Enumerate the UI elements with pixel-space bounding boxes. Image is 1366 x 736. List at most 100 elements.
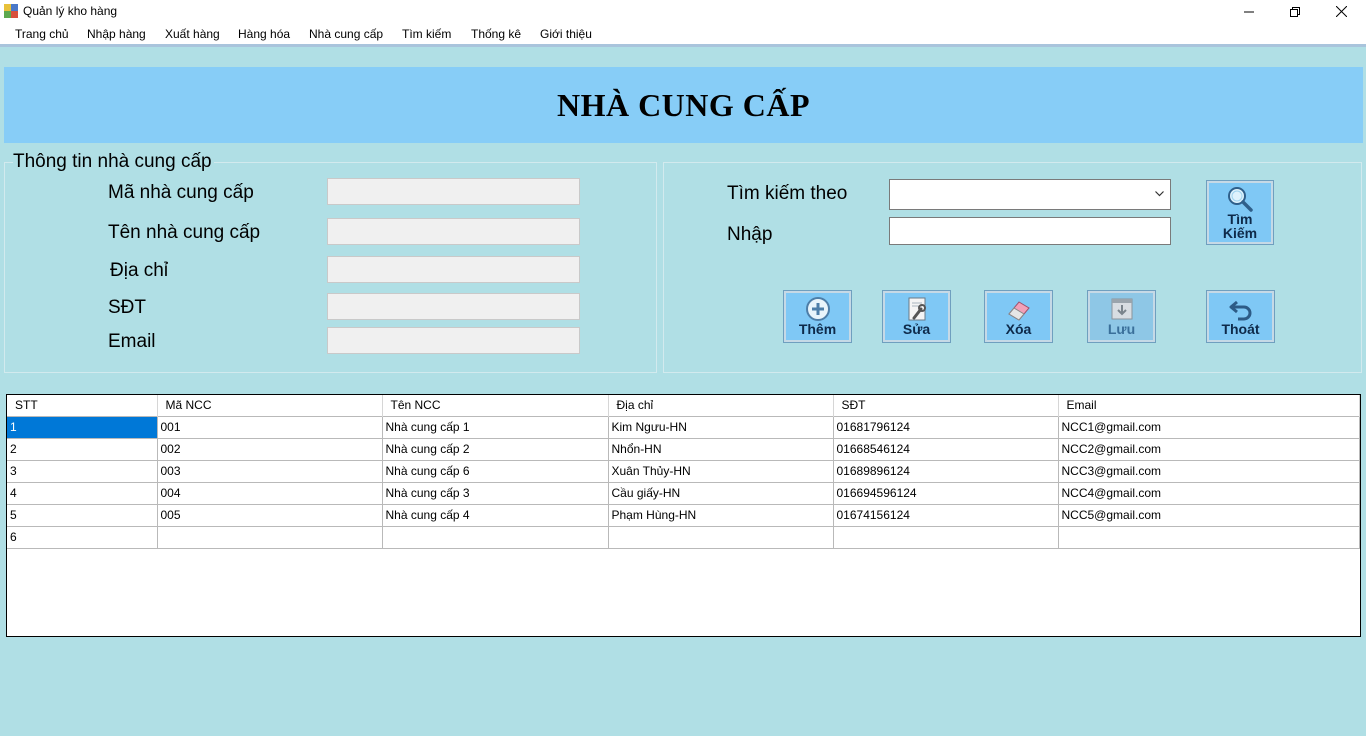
- search-button-label-1: Tìm: [1227, 211, 1253, 227]
- maximize-button[interactable]: [1272, 0, 1318, 23]
- plus-circle-icon: [805, 296, 831, 322]
- supplier-code-label: Mã nhà cung cấp: [108, 182, 254, 203]
- table-cell[interactable]: 4: [7, 482, 158, 505]
- table-cell[interactable]: Phạm Hùng-HN: [608, 504, 834, 527]
- table-cell[interactable]: [1058, 526, 1360, 549]
- edit-button[interactable]: Sửa: [882, 290, 951, 343]
- table-cell[interactable]: Nhà cung cấp 2: [382, 438, 609, 461]
- table-cell[interactable]: 6: [7, 526, 158, 549]
- supplier-table: STT Mã NCC Tên NCC Địa chỉ SĐT Email 1 0…: [7, 395, 1360, 549]
- table-cell[interactable]: Nhà cung cấp 1: [382, 416, 609, 439]
- page-title: NHÀ CUNG CẤP: [556, 86, 811, 123]
- exit-button[interactable]: Thoát: [1206, 290, 1275, 343]
- table-cell[interactable]: Nhổn-HN: [608, 438, 834, 461]
- table-cell[interactable]: 01668546124: [833, 438, 1059, 461]
- table-cell[interactable]: 1: [7, 416, 158, 439]
- edit-button-label: Sửa: [902, 321, 931, 337]
- table-cell[interactable]: NCC4@gmail.com: [1058, 482, 1360, 505]
- table-cell[interactable]: 003: [157, 460, 383, 483]
- search-by-label: Tìm kiếm theo: [727, 183, 848, 204]
- add-button-label: Thêm: [798, 321, 837, 337]
- restore-icon: [1290, 6, 1300, 17]
- address-label: Địa chỉ: [110, 260, 169, 281]
- table-row[interactable]: 1 001 Nhà cung cấp 1 Kim Ngưu-HN 0168179…: [7, 416, 1360, 439]
- window-title: Quản lý kho hàng: [23, 4, 118, 18]
- table-cell[interactable]: 001: [157, 416, 383, 439]
- table-cell[interactable]: 2: [7, 438, 158, 461]
- table-cell[interactable]: Nhà cung cấp 3: [382, 482, 609, 505]
- close-button[interactable]: [1318, 0, 1364, 23]
- menu-xuat-hang[interactable]: Xuất hàng: [165, 27, 220, 41]
- search-by-select[interactable]: [889, 179, 1171, 210]
- supplier-info-group-title: Thông tin nhà cung cấp: [13, 151, 214, 173]
- table-cell[interactable]: 01689896124: [833, 460, 1059, 483]
- address-field[interactable]: [327, 256, 580, 283]
- column-header-dia-chi[interactable]: Địa chỉ: [608, 395, 834, 416]
- table-row[interactable]: 2 002 Nhà cung cấp 2 Nhổn-HN 01668546124…: [7, 438, 1360, 461]
- search-input-label: Nhập: [727, 224, 773, 245]
- supplier-code-field[interactable]: [327, 178, 580, 205]
- table-row[interactable]: 3 003 Nhà cung cấp 6 Xuân Thủy-HN 016898…: [7, 460, 1360, 483]
- menu-hang-hoa[interactable]: Hàng hóa: [238, 27, 290, 41]
- table-cell[interactable]: NCC3@gmail.com: [1058, 460, 1360, 483]
- table-cell[interactable]: Nhà cung cấp 6: [382, 460, 609, 483]
- table-cell[interactable]: Kim Ngưu-HN: [608, 416, 834, 439]
- table-cell[interactable]: Nhà cung cấp 4: [382, 504, 609, 527]
- magnifier-icon: [1226, 186, 1254, 212]
- email-label: Email: [108, 331, 156, 352]
- table-row[interactable]: 6: [7, 526, 1360, 549]
- minimize-button[interactable]: [1226, 0, 1272, 23]
- app-icon: [4, 4, 18, 18]
- save-button[interactable]: Lưu: [1087, 290, 1156, 343]
- close-icon: [1335, 6, 1347, 17]
- table-cell[interactable]: NCC5@gmail.com: [1058, 504, 1360, 527]
- table-cell[interactable]: [157, 526, 383, 549]
- menu-thong-ke[interactable]: Thống kê: [471, 27, 521, 41]
- table-cell[interactable]: Xuân Thủy-HN: [608, 460, 834, 483]
- menu-gioi-thieu[interactable]: Giới thiệu: [540, 27, 592, 41]
- supplier-name-label: Tên nhà cung cấp: [108, 222, 261, 243]
- exit-button-label: Thoát: [1221, 321, 1260, 337]
- column-header-stt[interactable]: STT: [7, 395, 158, 416]
- table-cell[interactable]: 005: [157, 504, 383, 527]
- search-button-label-2: Kiếm: [1222, 225, 1258, 241]
- search-button[interactable]: Tìm Kiếm: [1206, 180, 1274, 245]
- delete-button[interactable]: Xóa: [984, 290, 1053, 343]
- add-button[interactable]: Thêm: [783, 290, 852, 343]
- menu-bar: Trang chủ Nhập hàng Xuất hàng Hàng hóa N…: [0, 23, 1366, 47]
- table-cell[interactable]: [608, 526, 834, 549]
- table-cell[interactable]: NCC2@gmail.com: [1058, 438, 1360, 461]
- column-header-ma-ncc[interactable]: Mã NCC: [157, 395, 383, 416]
- table-cell[interactable]: [382, 526, 609, 549]
- table-cell[interactable]: 016694596124: [833, 482, 1059, 505]
- search-input[interactable]: [889, 217, 1171, 245]
- table-cell[interactable]: 01681796124: [833, 416, 1059, 439]
- menu-trang-chu[interactable]: Trang chủ: [15, 27, 69, 41]
- table-cell[interactable]: 004: [157, 482, 383, 505]
- table-cell[interactable]: 5: [7, 504, 158, 527]
- save-button-label: Lưu: [1107, 321, 1136, 337]
- menu-nha-cung-cap[interactable]: Nhà cung cấp: [309, 27, 383, 41]
- column-header-ten-ncc[interactable]: Tên NCC: [382, 395, 609, 416]
- download-icon: [1109, 296, 1135, 322]
- supplier-grid[interactable]: STT Mã NCC Tên NCC Địa chỉ SĐT Email 1 0…: [6, 394, 1361, 637]
- supplier-name-field[interactable]: [327, 218, 580, 245]
- email-field[interactable]: [327, 327, 580, 354]
- table-row[interactable]: 5 005 Nhà cung cấp 4 Phạm Hùng-HN 016741…: [7, 504, 1360, 527]
- column-header-email[interactable]: Email: [1058, 395, 1360, 416]
- phone-field[interactable]: [327, 293, 580, 320]
- wrench-document-icon: [904, 296, 930, 322]
- minimize-icon: [1244, 11, 1254, 12]
- table-cell[interactable]: [833, 526, 1059, 549]
- table-row[interactable]: 4 004 Nhà cung cấp 3 Cầu giấy-HN 0166945…: [7, 482, 1360, 505]
- menu-nhap-hang[interactable]: Nhập hàng: [87, 27, 146, 41]
- table-cell[interactable]: NCC1@gmail.com: [1058, 416, 1360, 439]
- menu-tim-kiem[interactable]: Tìm kiếm: [402, 27, 451, 41]
- column-header-sdt[interactable]: SĐT: [833, 395, 1059, 416]
- table-cell[interactable]: 3: [7, 460, 158, 483]
- phone-label: SĐT: [108, 297, 146, 318]
- table-cell[interactable]: 01674156124: [833, 504, 1059, 527]
- table-cell[interactable]: 002: [157, 438, 383, 461]
- delete-button-label: Xóa: [1005, 321, 1032, 337]
- table-cell[interactable]: Cầu giấy-HN: [608, 482, 834, 505]
